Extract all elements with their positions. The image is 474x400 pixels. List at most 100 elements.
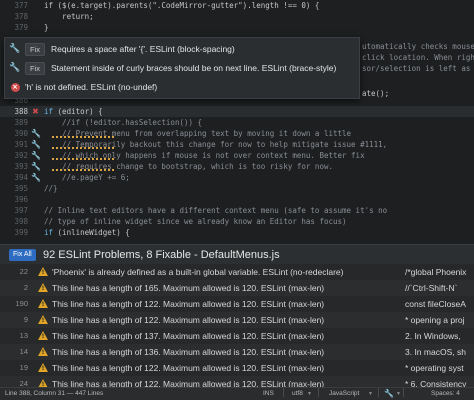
line-number: 377 (14, 1, 28, 10)
wrench-gutter-icon[interactable]: 🔧 (31, 162, 41, 171)
problem-message: This line has a length of 165. Maximum a… (52, 283, 325, 293)
cursor-position: Line 388, Column 31 — 447 Lines (5, 390, 104, 397)
code-line-active[interactable]: 388 ✖ if (editor) { (0, 106, 474, 117)
code-fragment: click location. When right (362, 53, 474, 62)
problem-message: This line has a length of 122. Maximum a… (52, 299, 325, 309)
wrench-icon: 🔧 (9, 44, 21, 54)
wrench-icon: 🔧 (9, 63, 21, 73)
line-number: 389 (14, 118, 28, 127)
code-fragment: utomatically checks mouse p (362, 42, 474, 51)
warning-squiggle (52, 169, 116, 171)
divider (403, 388, 404, 397)
chevron-down-icon: ▼ (307, 391, 312, 397)
code-text[interactable]: if (editor) { (44, 106, 103, 117)
code-text[interactable]: //} (44, 183, 58, 194)
wrench-gutter-icon[interactable]: 🔧 (31, 140, 41, 149)
code-line[interactable]: 395 //} (0, 183, 474, 194)
code-text[interactable]: //if (!editor.hasSelection()) { (44, 117, 202, 128)
problem-row[interactable]: 9 ! This line has a length of 122. Maxim… (0, 312, 474, 328)
code-line[interactable]: 394 🔧 //e.pageY += 6; (0, 172, 474, 183)
problem-code: 3. In macOS, sh (405, 347, 466, 357)
code-line[interactable]: 390 🔧 // Prevent menu from overlapping t… (0, 128, 474, 139)
problem-message: This line has a length of 137. Maximum a… (52, 331, 325, 341)
line-number: 391 (14, 140, 28, 149)
problem-row[interactable]: 22 ! 'Phoenix' is already defined as a b… (0, 264, 474, 280)
line-number: 395 (14, 184, 28, 193)
popup-item[interactable]: × 'h' is not defined. ESLint (no-undef) (5, 77, 359, 97)
code-text[interactable]: } (44, 22, 49, 33)
problem-code: const fileCloseA (405, 299, 466, 309)
code-line[interactable]: 397 // Inline text editors have a differ… (0, 205, 474, 216)
code-text[interactable]: // Inline text editors have a different … (44, 205, 387, 216)
popup-item[interactable]: 🔧 Fix Requires a space after '{'. ESLint… (5, 39, 359, 59)
popup-message: Statement inside of curly braces should … (51, 63, 337, 73)
code-line[interactable]: 389 //if (!editor.hasSelection()) { (0, 117, 474, 128)
fix-button[interactable]: Fix (25, 61, 45, 75)
code-line[interactable]: 391 🔧 // Temporarily backout this change… (0, 139, 474, 150)
problem-row[interactable]: 13 ! This line has a length of 137. Maxi… (0, 328, 474, 344)
divider (283, 388, 284, 397)
warning-squiggle (52, 136, 116, 138)
problem-row[interactable]: 14 ! This line has a length of 136. Maxi… (0, 344, 474, 360)
chevron-down-icon: ▼ (396, 391, 401, 397)
problem-message: This line has a length of 136. Maximum a… (52, 347, 325, 357)
chevron-down-icon: ▼ (368, 391, 373, 397)
line-number: 393 (14, 162, 28, 171)
error-gutter-icon[interactable]: ✖ (31, 107, 40, 116)
problem-line-number: 190 (15, 299, 28, 308)
status-bar: Line 388, Column 31 — 447 Lines INS utf8… (0, 387, 474, 400)
error-icon: × (10, 83, 20, 92)
fix-button[interactable]: Fix (25, 42, 45, 56)
code-line[interactable]: 379 } (0, 22, 474, 33)
lint-quick-fix-popup: 🔧 Fix Requires a space after '{'. ESLint… (4, 37, 360, 99)
code-line[interactable]: 396 (0, 194, 474, 205)
code-line[interactable]: 377 if ($(e.target).parents(".CodeMirror… (0, 0, 474, 11)
code-text[interactable]: //e.pageY += 6; (44, 172, 130, 183)
line-number: 399 (14, 228, 28, 237)
problem-line-number: 22 (19, 267, 28, 276)
popup-item[interactable]: 🔧 Fix Statement inside of curly braces s… (5, 58, 359, 78)
code-text[interactable]: // type of inline widget since we alread… (44, 216, 347, 227)
problem-row[interactable]: 24 ! This line has a length of 122. Maxi… (0, 376, 474, 387)
code-text[interactable]: return; (44, 11, 94, 22)
wrench-gutter-icon[interactable]: 🔧 (31, 151, 41, 160)
code-line[interactable]: 399 if (inlineWidget) { (0, 227, 474, 238)
panel-title: 92 ESLint Problems, 8 Fixable - DefaultM… (43, 249, 280, 261)
line-number: 394 (14, 173, 28, 182)
divider (378, 388, 379, 397)
code-line[interactable]: 392 🔧 // which only happens if mouse is … (0, 150, 474, 161)
code-line[interactable]: 378 return; (0, 11, 474, 22)
indentation-select[interactable]: Spaces: 4 (431, 388, 460, 400)
code-text[interactable]: if (inlineWidget) { (44, 227, 130, 238)
wrench-gutter-icon[interactable]: 🔧 (31, 173, 41, 182)
popup-message: Requires a space after '{'. ESLint (bloc… (51, 44, 235, 54)
problem-code: /*global Phoenix (405, 267, 467, 277)
fix-all-button[interactable]: Fix All (9, 249, 36, 261)
code-editor[interactable]: 377 if ($(e.target).parents(".CodeMirror… (0, 0, 474, 244)
problem-line-number: 13 (19, 331, 28, 340)
code-fragment: sor/selection is left as (362, 64, 471, 73)
line-number: 398 (14, 217, 28, 226)
encoding-select[interactable]: utf8 (292, 388, 303, 400)
wrench-icon[interactable]: 🔧 (384, 388, 394, 400)
code-text[interactable]: if ($(e.target).parents(".CodeMirror-gut… (44, 0, 319, 11)
problem-message: This line has a length of 122. Maximum a… (52, 363, 325, 373)
warning-squiggle (52, 147, 116, 149)
popup-message: 'h' is not defined. ESLint (no-undef) (25, 82, 158, 92)
problem-line-number: 2 (23, 283, 28, 292)
problem-row[interactable]: 190 ! This line has a length of 122. Max… (0, 296, 474, 312)
code-line[interactable]: 398 // type of inline widget since we al… (0, 216, 474, 227)
problem-message: 'Phoenix' is already defined as a built-… (52, 267, 344, 277)
problem-row[interactable]: 2 ! This line has a length of 165. Maxim… (0, 280, 474, 296)
problem-code: * opening a proj (405, 315, 465, 325)
problem-code: 2. In Windows, (405, 331, 461, 341)
code-line[interactable]: 393 🔧 // requires change to bootstrap, w… (0, 161, 474, 172)
problem-code: * operating syst (405, 363, 464, 373)
problem-row[interactable]: 19 ! This line has a length of 122. Maxi… (0, 360, 474, 376)
problem-message: This line has a length of 122. Maximum a… (52, 315, 325, 325)
wrench-gutter-icon[interactable]: 🔧 (31, 129, 41, 138)
line-number: 396 (14, 195, 28, 204)
problem-line-number: 24 (19, 379, 28, 387)
insert-mode[interactable]: INS (263, 388, 274, 400)
language-select[interactable]: JavaScript (329, 388, 359, 400)
